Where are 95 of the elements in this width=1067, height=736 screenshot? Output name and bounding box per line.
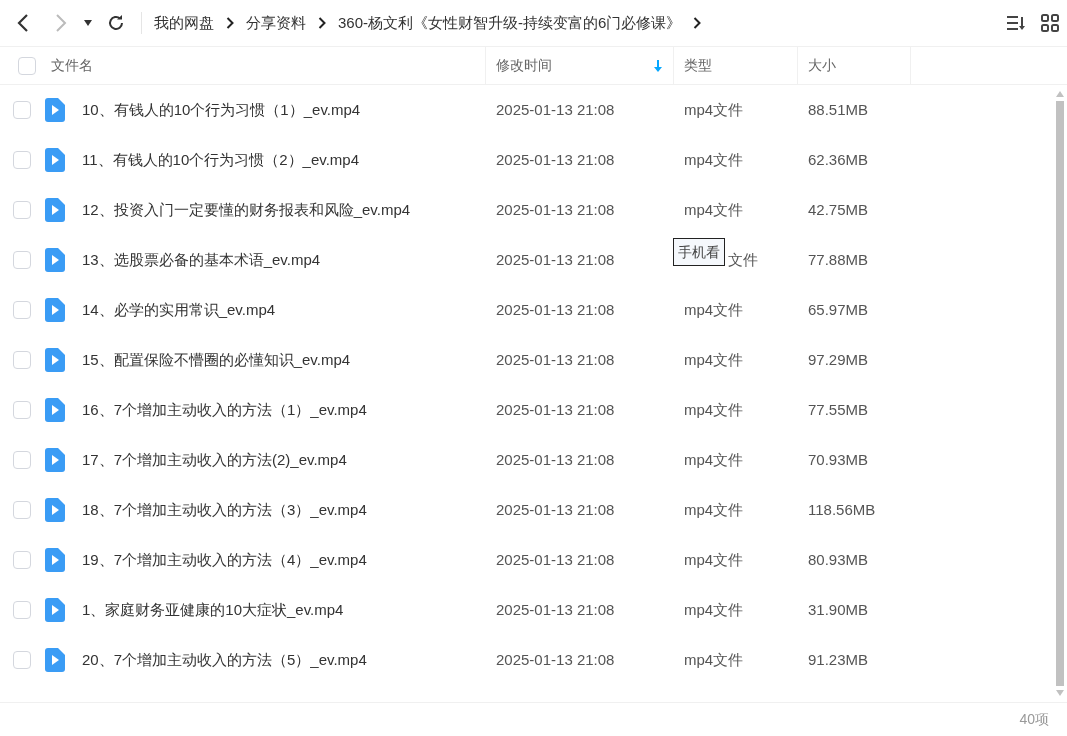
file-size: 97.29MB bbox=[807, 349, 870, 370]
modified-time: 2025-01-13 21:08 bbox=[495, 249, 616, 270]
video-file-icon bbox=[45, 348, 65, 372]
modified-time: 2025-01-13 21:08 bbox=[495, 399, 616, 420]
file-name[interactable]: 19、7个增加主动收入的方法（4）_ev.mp4 bbox=[82, 548, 367, 572]
file-type: mp4文件 bbox=[684, 299, 744, 320]
modified-time: 2025-01-13 21:08 bbox=[495, 299, 616, 320]
checkbox[interactable] bbox=[18, 56, 36, 75]
checkbox[interactable] bbox=[13, 251, 31, 269]
file-size: 65.97MB bbox=[807, 299, 870, 320]
file-type: 文件 bbox=[728, 249, 758, 270]
video-file-icon bbox=[45, 298, 65, 322]
file-name[interactable]: 1、家庭财务亚健康的10大症状_ev.mp4 bbox=[82, 598, 344, 622]
modified-time: 2025-01-13 21:08 bbox=[495, 349, 616, 370]
file-type: mp4文件 bbox=[684, 399, 744, 420]
file-type: mp4文件 bbox=[684, 349, 744, 370]
modified-time: 2025-01-13 21:08 bbox=[495, 449, 616, 470]
file-type: mp4文件 bbox=[684, 599, 744, 620]
file-size: 31.90MB bbox=[807, 599, 870, 620]
column-header[interactable]: 修改时间 bbox=[486, 47, 674, 84]
file-type: mp4文件 bbox=[684, 549, 744, 570]
video-file-icon bbox=[45, 548, 65, 572]
file-name[interactable]: 16、7个增加主动收入的方法（1）_ev.mp4 bbox=[82, 398, 367, 422]
file-size: 91.23MB bbox=[807, 649, 870, 670]
breadcrumb-link[interactable]: 我的网盘 bbox=[154, 11, 214, 35]
checkbox[interactable] bbox=[13, 351, 31, 369]
file-size: 88.51MB bbox=[807, 99, 870, 120]
file-name[interactable]: 14、必学的实用常识_ev.mp4 bbox=[82, 298, 276, 322]
forward-icon[interactable] bbox=[54, 13, 68, 33]
video-file-icon bbox=[45, 148, 65, 172]
file-name[interactable]: 13、选股票必备的基本术语_ev.mp4 bbox=[82, 248, 321, 272]
refresh-icon[interactable] bbox=[107, 14, 125, 32]
file-size: 77.55MB bbox=[807, 399, 870, 420]
checkbox[interactable] bbox=[13, 151, 31, 169]
back-icon[interactable] bbox=[16, 13, 30, 33]
grid-view-icon[interactable] bbox=[1041, 14, 1059, 32]
breadcrumb-link[interactable]: 分享资料 bbox=[246, 11, 306, 35]
file-name[interactable]: 10、有钱人的10个行为习惯（1）_ev.mp4 bbox=[82, 98, 361, 122]
file-type: mp4文件 bbox=[684, 149, 744, 170]
chevron-icon bbox=[226, 17, 234, 29]
file-size: 70.93MB bbox=[807, 449, 870, 470]
checkbox[interactable] bbox=[13, 101, 31, 119]
file-size: 77.88MB bbox=[807, 249, 870, 270]
modified-time: 2025-01-13 21:08 bbox=[495, 199, 616, 220]
scrollbar-thumb[interactable] bbox=[1056, 101, 1064, 686]
video-file-icon bbox=[45, 498, 65, 522]
sort-down-icon bbox=[653, 59, 663, 72]
tooltip: 手机看 bbox=[673, 237, 725, 266]
file-type: mp4文件 bbox=[684, 499, 744, 520]
file-name[interactable]: 15、配置保险不懵圈的必懂知识_ev.mp4 bbox=[82, 348, 351, 372]
scroll-up-icon[interactable] bbox=[1056, 91, 1064, 97]
modified-time: 2025-01-13 21:08 bbox=[495, 599, 616, 620]
checkbox[interactable] bbox=[13, 301, 31, 319]
chevron-icon bbox=[318, 17, 326, 29]
file-size: 80.93MB bbox=[807, 549, 870, 570]
file-name[interactable]: 17、7个增加主动收入的方法(2)_ev.mp4 bbox=[82, 448, 347, 472]
file-size: 42.75MB bbox=[807, 199, 870, 220]
file-name[interactable]: 18、7个增加主动收入的方法（3）_ev.mp4 bbox=[82, 498, 367, 522]
column-header[interactable]: 文件名 bbox=[0, 47, 486, 84]
dropdown-icon[interactable] bbox=[83, 19, 93, 27]
video-file-icon bbox=[45, 598, 65, 622]
file-type: mp4文件 bbox=[684, 449, 744, 470]
modified-time: 2025-01-13 21:08 bbox=[495, 499, 616, 520]
checkbox[interactable] bbox=[13, 651, 31, 669]
modified-time: 2025-01-13 21:08 bbox=[495, 99, 616, 120]
video-file-icon bbox=[45, 648, 65, 672]
checkbox[interactable] bbox=[13, 551, 31, 569]
file-type: mp4文件 bbox=[684, 199, 744, 220]
checkbox[interactable] bbox=[13, 601, 31, 619]
checkbox[interactable] bbox=[13, 501, 31, 519]
modified-time: 2025-01-13 21:08 bbox=[495, 549, 616, 570]
modified-time: 2025-01-13 21:08 bbox=[495, 649, 616, 670]
file-size: 62.36MB bbox=[807, 149, 870, 170]
breadcrumb-link[interactable]: 360-杨文利《女性财智升级-持续变富的6门必修课》 bbox=[338, 11, 682, 35]
video-file-icon bbox=[45, 248, 65, 272]
file-name[interactable]: 11、有钱人的10个行为习惯（2）_ev.mp4 bbox=[82, 148, 360, 172]
column-header[interactable]: 大小 bbox=[798, 47, 911, 84]
scroll-down-icon[interactable] bbox=[1056, 690, 1064, 696]
column-header[interactable]: 类型 bbox=[674, 47, 798, 84]
video-file-icon bbox=[45, 398, 65, 422]
checkbox[interactable] bbox=[13, 201, 31, 219]
item-count: 40项 bbox=[1019, 710, 1049, 729]
chevron-icon bbox=[693, 17, 702, 29]
sort-icon[interactable] bbox=[1005, 14, 1027, 32]
file-name[interactable]: 12、投资入门一定要懂的财务报表和风险_ev.mp4 bbox=[82, 198, 411, 222]
modified-time: 2025-01-13 21:08 bbox=[495, 149, 616, 170]
checkbox[interactable] bbox=[13, 451, 31, 469]
video-file-icon bbox=[45, 98, 65, 122]
video-file-icon bbox=[45, 448, 65, 472]
file-size: 118.56MB bbox=[807, 499, 877, 520]
checkbox[interactable] bbox=[13, 401, 31, 419]
file-name[interactable]: 20、7个增加主动收入的方法（5）_ev.mp4 bbox=[82, 648, 367, 672]
file-type: mp4文件 bbox=[684, 99, 744, 120]
file-type: mp4文件 bbox=[684, 649, 744, 670]
video-file-icon bbox=[45, 198, 65, 222]
